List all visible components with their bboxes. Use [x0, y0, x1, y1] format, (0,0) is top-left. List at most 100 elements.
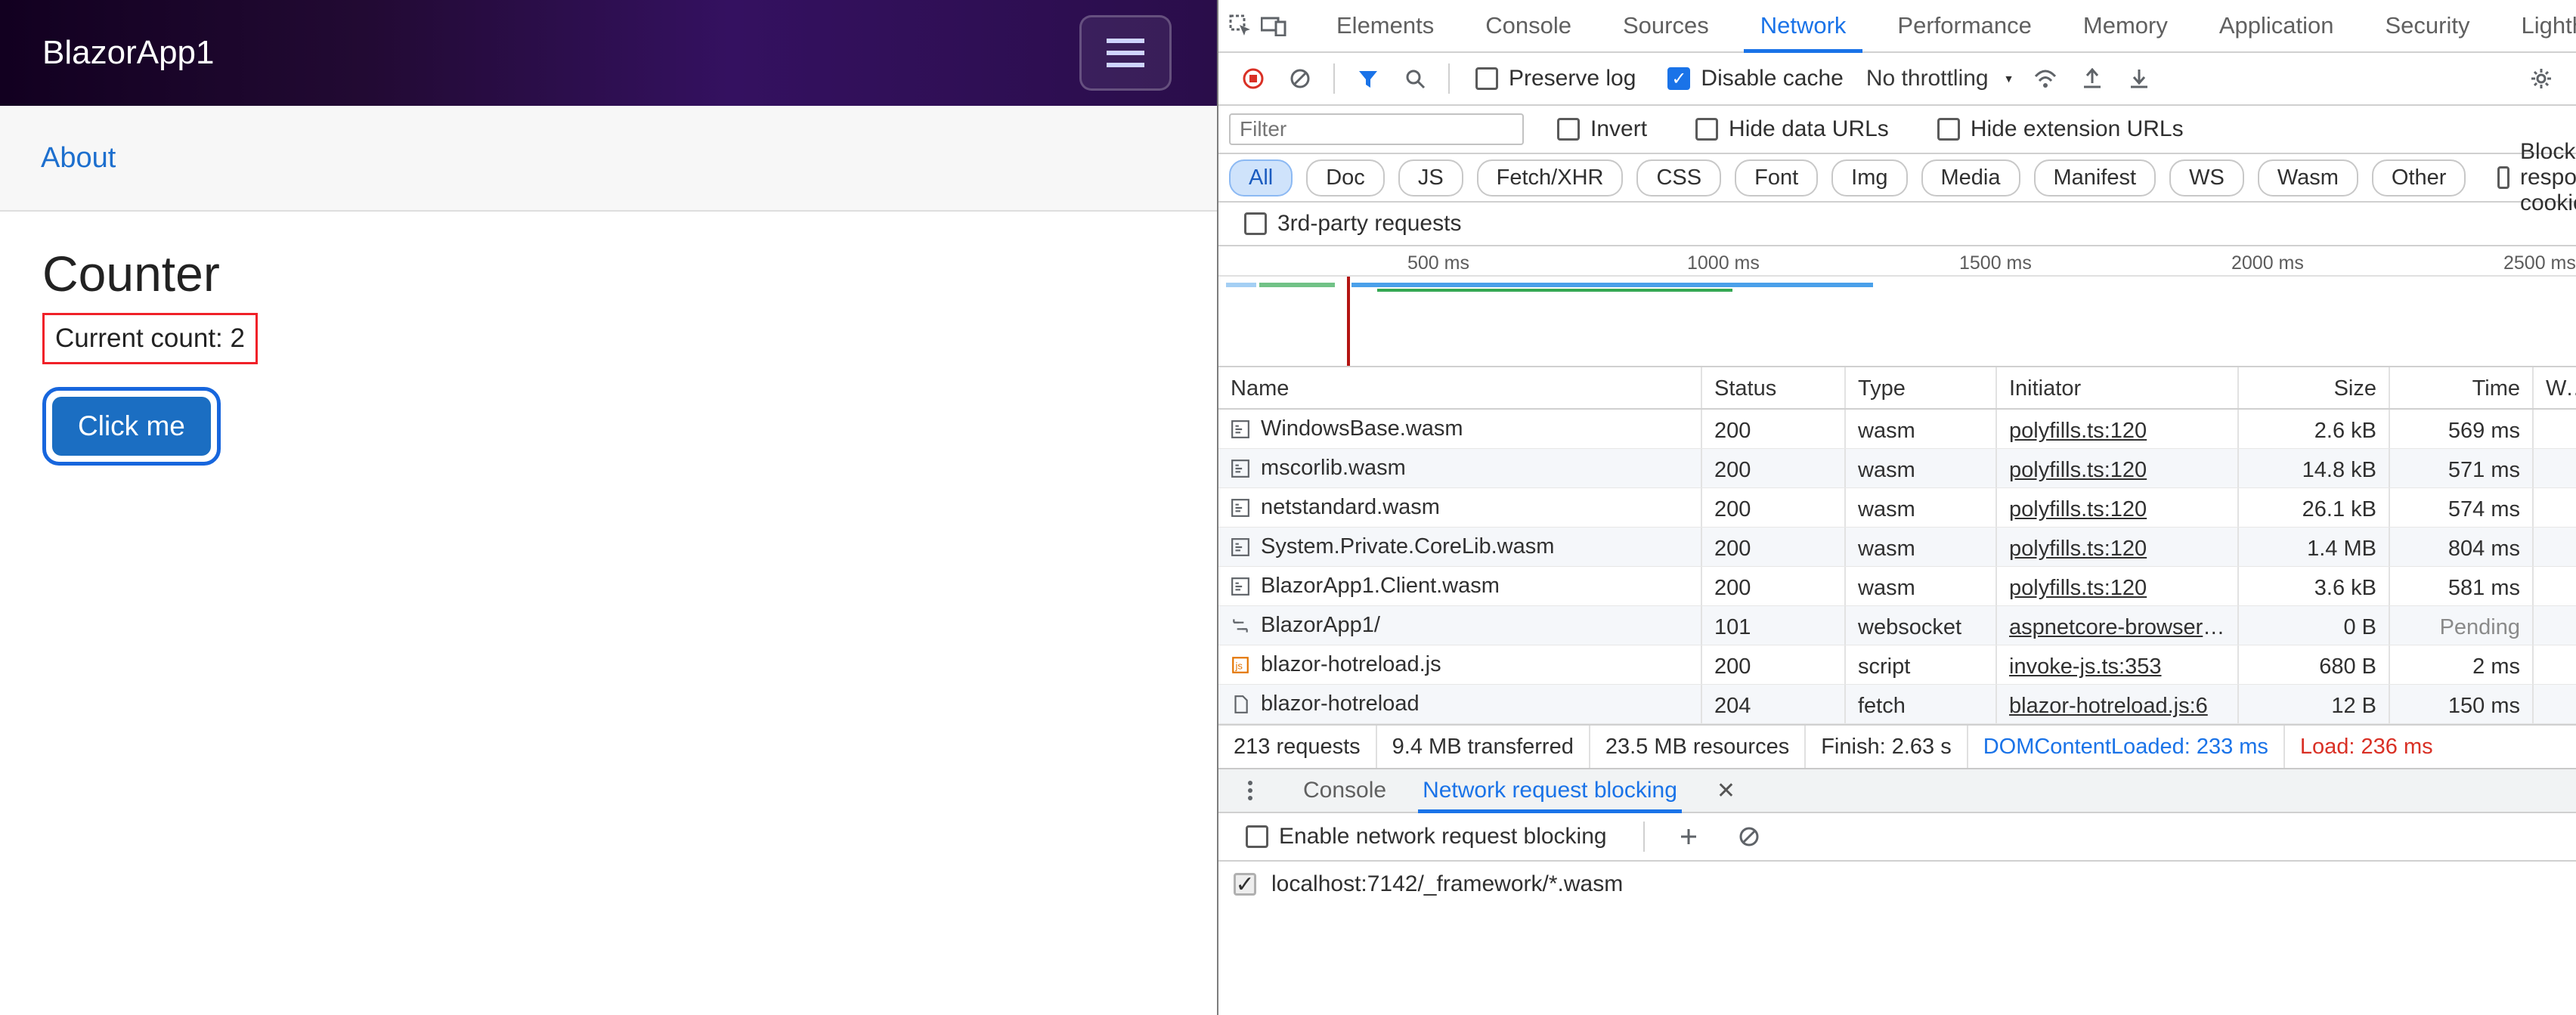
request-row[interactable]: jsblazor-hotreload.js200scriptinvoke-js.…: [1218, 645, 2576, 685]
timeline-overview[interactable]: 500 ms 1000 ms 1500 ms 2000 ms 2500 ms: [1218, 246, 2576, 367]
col-time: Time: [2390, 367, 2534, 408]
filter-pill-wasm[interactable]: Wasm: [2258, 159, 2358, 197]
timeline-tick: 2000 ms: [2231, 252, 2304, 274]
preserve-log-checkbox[interactable]: Preserve log: [1475, 66, 1636, 91]
filter-pill-js[interactable]: JS: [1398, 159, 1463, 197]
inspect-element-icon[interactable]: [1229, 8, 1252, 44]
filter-pill-all[interactable]: All: [1229, 159, 1293, 197]
filter-toggle-icon[interactable]: [1350, 60, 1386, 97]
request-row[interactable]: BlazorApp1/101websocketaspnetcore-browse…: [1218, 606, 2576, 645]
app-brand: BlazorApp1: [42, 34, 214, 72]
third-party-checkbox[interactable]: 3rd-party requests: [1244, 211, 1461, 237]
col-type: Type: [1846, 367, 1997, 408]
record-button[interactable]: [1235, 60, 1271, 97]
col-size: Size: [2239, 367, 2390, 408]
filter-pill-manifest[interactable]: Manifest: [2034, 159, 2156, 197]
initiator-link[interactable]: polyfills.ts:120: [2009, 419, 2147, 443]
initiator-link[interactable]: invoke-js.ts:353: [2009, 654, 2162, 679]
request-blocking-toolbar: Enable network request blocking: [1218, 813, 2576, 862]
initiator-link[interactable]: polyfills.ts:120: [2009, 458, 2147, 482]
close-drawer-tab-icon[interactable]: ✕: [1717, 778, 1735, 804]
export-har-icon[interactable]: [2074, 60, 2110, 97]
initiator-link[interactable]: blazor-hotreload.js:6: [2009, 694, 2208, 718]
initiator-link[interactable]: polyfills.ts:120: [2009, 497, 2147, 521]
hamburger-icon: [1104, 36, 1147, 70]
resource-type-filters: All Doc JS Fetch/XHR CSS Font Img Media Manifest…: [1218, 154, 2576, 203]
drawer-tab-network-request-blocking[interactable]: Network request blocking: [1418, 769, 1682, 812]
timeline-tick: 1000 ms: [1687, 252, 1760, 274]
blocking-pattern-row[interactable]: ✓ localhost:7142/_framework/*.wasm: [1218, 862, 2576, 907]
page-title: Counter: [42, 245, 1175, 302]
enable-blocking-checkbox[interactable]: Enable network request blocking: [1246, 824, 1607, 849]
panel-tab-performance[interactable]: Performance: [1872, 0, 2057, 51]
request-name: System.Private.CoreLib.wasm: [1261, 534, 1554, 559]
request-name: BlazorApp1.Client.wasm: [1261, 574, 1500, 599]
request-row[interactable]: blazor-hotreload204fetchblazor-hotreload…: [1218, 685, 2576, 724]
pattern-enabled-checkbox[interactable]: ✓: [1234, 873, 1256, 896]
app-navbar: BlazorApp1: [0, 0, 1217, 106]
disable-cache-label: Disable cache: [1701, 66, 1843, 91]
filter-pill-doc[interactable]: Doc: [1306, 159, 1385, 197]
device-toolbar-icon[interactable]: [1261, 8, 1286, 44]
throttling-caret-icon[interactable]: ▼: [2004, 73, 2014, 85]
panel-tab-console[interactable]: Console: [1460, 0, 1597, 51]
panel-tab-sources[interactable]: Sources: [1597, 0, 1735, 51]
request-row[interactable]: System.Private.CoreLib.wasm200wasmpolyfi…: [1218, 528, 2576, 567]
filter-pill-css[interactable]: CSS: [1636, 159, 1721, 197]
request-name: blazor-hotreload.js: [1261, 652, 1441, 677]
panel-tab-memory[interactable]: Memory: [2057, 0, 2194, 51]
panel-tab-application[interactable]: Application: [2194, 0, 2360, 51]
request-row[interactable]: BlazorApp1.Client.wasm200wasmpolyfills.t…: [1218, 567, 2576, 606]
initiator-link[interactable]: polyfills.ts:120: [2009, 576, 2147, 600]
hide-data-urls-checkbox[interactable]: Hide data URLs: [1695, 116, 1889, 142]
clear-button[interactable]: [1282, 60, 1318, 97]
col-name: Name: [1218, 367, 1702, 408]
filter-pill-img[interactable]: Img: [1831, 159, 1907, 197]
initiator-link[interactable]: aspnetcore-browser-…: [2009, 615, 2232, 639]
drawer-tabs: Console Network request blocking ✕: [1218, 768, 2576, 813]
requests-table-header[interactable]: Name Status Type Initiator Size Time Wat…: [1218, 367, 2576, 410]
network-conditions-icon[interactable]: [2027, 60, 2064, 97]
initiator-link[interactable]: polyfills.ts:120: [2009, 537, 2147, 561]
filter-pill-ws[interactable]: WS: [2169, 159, 2244, 197]
disable-cache-checkbox[interactable]: ✓Disable cache: [1667, 66, 1843, 91]
hide-extension-urls-checkbox[interactable]: Hide extension URLs: [1937, 116, 2184, 142]
panel-tab-elements[interactable]: Elements: [1311, 0, 1460, 51]
panel-tab-network[interactable]: Network: [1735, 0, 1872, 51]
timeline-tick: 2500 ms: [2503, 252, 2576, 274]
filter-pill-media[interactable]: Media: [1921, 159, 2020, 197]
request-row[interactable]: netstandard.wasm200wasmpolyfills.ts:1202…: [1218, 488, 2576, 528]
col-initiator: Initiator: [1997, 367, 2239, 408]
filter-input[interactable]: [1229, 113, 1524, 145]
col-status: Status: [1702, 367, 1846, 408]
filter-pill-other[interactable]: Other: [2372, 159, 2466, 197]
filter-pill-font[interactable]: Font: [1735, 159, 1818, 197]
add-pattern-button[interactable]: [1670, 818, 1707, 855]
drawer-tab-console[interactable]: Console: [1299, 769, 1391, 812]
third-party-row: 3rd-party requests: [1218, 203, 2576, 246]
import-har-icon[interactable]: [2121, 60, 2157, 97]
network-toolbar: Preserve log ✓Disable cache No throttlin…: [1218, 53, 2576, 106]
invert-checkbox[interactable]: Invert: [1557, 116, 1647, 142]
requests-table-body: WindowsBase.wasm200wasmpolyfills.ts:1202…: [1218, 410, 2576, 724]
click-me-button[interactable]: Click me: [52, 397, 211, 456]
menu-toggle-button[interactable]: [1079, 15, 1172, 91]
remove-all-patterns-button[interactable]: [1731, 818, 1767, 855]
panel-tab-security[interactable]: Security: [2360, 0, 2496, 51]
filter-pill-fetchxhr[interactable]: Fetch/XHR: [1477, 159, 1624, 197]
network-settings-icon[interactable]: [2523, 60, 2559, 97]
request-row[interactable]: mscorlib.wasm200wasmpolyfills.ts:12014.8…: [1218, 449, 2576, 488]
request-row[interactable]: WindowsBase.wasm200wasmpolyfills.ts:1202…: [1218, 410, 2576, 449]
panel-tab-lighthous[interactable]: Lighthous: [2495, 0, 2576, 51]
drawer-more-icon[interactable]: [1232, 772, 1268, 809]
about-link[interactable]: About: [41, 142, 116, 175]
request-name: WindowsBase.wasm: [1261, 416, 1463, 441]
timeline-tick: 500 ms: [1407, 252, 1469, 274]
breadcrumb-bar: About: [0, 106, 1217, 212]
throttling-select[interactable]: No throttling: [1866, 66, 1989, 91]
request-name: blazor-hotreload: [1261, 692, 1420, 716]
search-icon[interactable]: [1397, 60, 1433, 97]
preserve-log-label: Preserve log: [1509, 66, 1636, 91]
timeline-tick: 1500 ms: [1959, 252, 2032, 274]
request-name: mscorlib.wasm: [1261, 456, 1406, 481]
